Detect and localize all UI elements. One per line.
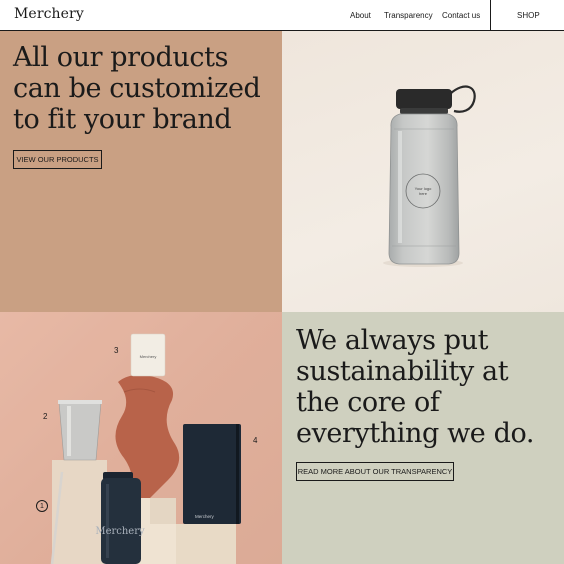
callout-1[interactable]: 1: [36, 500, 48, 512]
svg-text:here: here: [419, 191, 428, 196]
site-header: Merchery About Transparency Contact us S…: [0, 0, 564, 31]
candle-label: Merchery: [140, 354, 157, 359]
bottle-image: Your logo here: [282, 31, 564, 312]
nav-transparency[interactable]: Transparency: [384, 11, 433, 20]
notebook: [183, 424, 241, 524]
hero-panel: All our products can be customized to fi…: [0, 31, 282, 312]
bottle-cap: [396, 89, 452, 109]
pedestal-right: [176, 524, 236, 564]
nav-contact-us[interactable]: Contact us: [442, 11, 480, 20]
water-bottle-illustration: Your logo here: [383, 85, 476, 267]
read-transparency-button[interactable]: READ MORE ABOUT OUR TRANSPARENCY: [296, 462, 454, 481]
callout-3[interactable]: 3: [114, 346, 118, 355]
shop-link[interactable]: SHOP: [517, 11, 540, 20]
callout-4[interactable]: 4: [253, 436, 257, 445]
callout-2[interactable]: 2: [43, 412, 47, 421]
sustainability-panel: We always put sustainability at the core…: [282, 312, 564, 564]
notebook-label: Merchery: [195, 514, 215, 519]
shop-divider: [490, 0, 491, 31]
nav-about[interactable]: About: [350, 11, 371, 20]
tumbler: [58, 401, 102, 461]
products-illustration: Merchery Merchery Merchery: [0, 312, 282, 564]
sustainability-headline: We always put sustainability at the core…: [296, 325, 535, 449]
bottle-brand-label: Merchery: [95, 526, 145, 537]
bottle-loop: [449, 85, 476, 113]
products-image: Merchery Merchery Merchery 1 2 3 4: [0, 312, 282, 564]
site-logo[interactable]: Merchery: [14, 6, 84, 22]
hero-headline: All our products can be customized to fi…: [13, 42, 261, 135]
pedestal-left: [52, 460, 107, 564]
view-products-button[interactable]: VIEW OUR PRODUCTS: [13, 150, 102, 169]
